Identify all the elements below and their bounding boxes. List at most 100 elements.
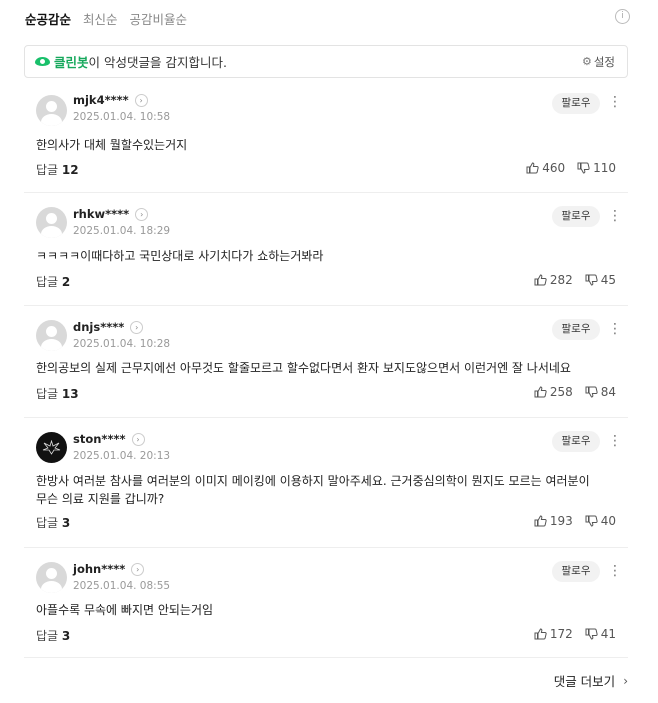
thumbs-down-icon: [585, 515, 598, 527]
comment-text: 한의공보의 실제 근무지에선 아무것도 할줄모르고 할수없다면서 환자 보지도않…: [36, 361, 571, 375]
replies-label: 답글: [36, 387, 59, 401]
comment-author[interactable]: rhkw**** ›: [73, 207, 149, 221]
tab-sort-likes[interactable]: 순공감순: [25, 9, 71, 28]
thumbs-down-icon: [577, 162, 590, 174]
replies-button[interactable]: 답글 13: [36, 385, 79, 402]
avatar[interactable]: [36, 207, 67, 238]
sort-tabs: 순공감순 최신순 공감비율순: [25, 8, 199, 28]
replies-count: 2: [61, 275, 71, 289]
username[interactable]: dnjs****: [73, 320, 124, 334]
avatar[interactable]: [36, 562, 67, 593]
comment-author[interactable]: ston**** ›: [73, 432, 145, 446]
like-count: 172: [549, 627, 573, 641]
dislike-button[interactable]: 110: [577, 161, 616, 175]
chevron-right-icon: ›: [623, 673, 628, 688]
thumbs-up-icon: [526, 162, 539, 174]
thumbs-down-icon: [585, 628, 598, 640]
thumbs-up-icon: [534, 515, 547, 527]
more-options-icon[interactable]: ⋮: [608, 207, 622, 225]
follow-button[interactable]: 팔로우: [552, 561, 600, 582]
like-button[interactable]: 282: [534, 273, 573, 287]
vote-group: 172 41: [522, 627, 616, 641]
like-button[interactable]: 460: [526, 161, 565, 175]
follow-button[interactable]: 팔로우: [552, 206, 600, 227]
chevron-right-icon[interactable]: ›: [131, 432, 145, 446]
avatar[interactable]: [36, 432, 67, 463]
thumbs-up-icon: [534, 386, 547, 398]
chevron-right-icon[interactable]: ›: [135, 207, 149, 221]
replies-label: 답글: [36, 629, 59, 643]
replies-count: 3: [61, 629, 71, 643]
settings-label: 설정: [593, 54, 615, 69]
username[interactable]: mjk4****: [73, 93, 129, 107]
replies-label: 답글: [36, 275, 59, 289]
dislike-count: 110: [593, 161, 616, 175]
more-comments-button[interactable]: 댓글 더보기 ›: [554, 671, 628, 690]
follow-button[interactable]: 팔로우: [552, 319, 600, 340]
thumbs-down-icon: [585, 386, 598, 398]
comment-author[interactable]: mjk4**** ›: [73, 93, 148, 107]
username[interactable]: rhkw****: [73, 207, 129, 221]
username[interactable]: john****: [73, 562, 125, 576]
comment-text: 한의사가 대체 뭘할수있는거지: [36, 138, 188, 152]
dislike-button[interactable]: 40: [585, 514, 616, 528]
thumbs-up-icon: [534, 628, 547, 640]
replies-button[interactable]: 답글 12: [36, 161, 79, 178]
dislike-button[interactable]: 45: [585, 273, 616, 287]
replies-count: 3: [61, 516, 71, 530]
more-options-icon[interactable]: ⋮: [608, 562, 622, 580]
avatar[interactable]: [36, 95, 67, 126]
vote-group: 258 84: [522, 385, 616, 399]
like-button[interactable]: 172: [534, 627, 573, 641]
dislike-count: 40: [600, 514, 616, 528]
tab-sort-latest[interactable]: 최신순: [83, 9, 118, 28]
cleanbot-brand: 클린봇: [54, 55, 89, 70]
comment-date: 2025.01.04. 10:28: [73, 338, 171, 350]
vote-group: 282 45: [522, 273, 616, 287]
replies-count: 13: [61, 387, 79, 401]
comment-item: dnjs**** › 2025.01.04. 10:28 팔로우 ⋮ 한의공보의…: [24, 306, 628, 418]
tab-sort-ratio[interactable]: 공감비율순: [130, 9, 188, 28]
username[interactable]: ston****: [73, 432, 126, 446]
chevron-right-icon[interactable]: ›: [131, 562, 145, 576]
chevron-right-icon[interactable]: ›: [134, 93, 148, 107]
comment-author[interactable]: john**** ›: [73, 562, 145, 576]
replies-button[interactable]: 답글 3: [36, 627, 70, 644]
follow-button[interactable]: 팔로우: [552, 93, 600, 114]
replies-count: 12: [61, 163, 79, 177]
like-button[interactable]: 258: [534, 385, 573, 399]
like-button[interactable]: 193: [534, 514, 573, 528]
comment-date: 2025.01.04. 08:55: [73, 580, 171, 592]
cleanbot-settings-button[interactable]: ⚙ 설정: [582, 54, 615, 70]
replies-button[interactable]: 답글 3: [36, 514, 70, 531]
comment-item: mjk4**** › 2025.01.04. 10:58 팔로우 ⋮ 한의사가 …: [24, 84, 628, 193]
comment-author[interactable]: dnjs**** ›: [73, 320, 144, 334]
avatar[interactable]: [36, 320, 67, 351]
comment-item: ston**** › 2025.01.04. 20:13 팔로우 ⋮ 한방사 여…: [24, 418, 628, 548]
follow-button[interactable]: 팔로우: [552, 431, 600, 452]
chevron-right-icon[interactable]: ›: [130, 320, 144, 334]
comment-text: ㅋㅋㅋㅋ이때다하고 국민상대로 사기치다가 쇼하는거봐라: [36, 249, 324, 263]
like-count: 282: [549, 273, 573, 287]
more-options-icon[interactable]: ⋮: [608, 320, 622, 338]
replies-button[interactable]: 답글 2: [36, 273, 70, 290]
comment-date: 2025.01.04. 18:29: [73, 225, 171, 237]
comment-text: 한방사 여러분 참사를 여러분의 이미지 메이킹에 이용하지 말아주세요. 근거…: [36, 474, 590, 506]
comment-text: 아플수록 무속에 빠지면 안되는거임: [36, 603, 214, 617]
more-comments-label: 댓글 더보기: [553, 674, 616, 689]
gear-icon: ⚙: [581, 55, 592, 68]
dislike-count: 41: [600, 627, 616, 641]
like-count: 193: [549, 514, 573, 528]
thumbs-down-icon: [585, 274, 598, 286]
comment-date: 2025.01.04. 20:13: [73, 450, 171, 462]
more-options-icon[interactable]: ⋮: [608, 93, 622, 111]
dislike-count: 45: [600, 273, 616, 287]
vote-group: 460 110: [514, 161, 616, 175]
dislike-button[interactable]: 41: [585, 627, 616, 641]
replies-label: 답글: [36, 516, 59, 530]
thumbs-up-icon: [534, 274, 547, 286]
info-icon[interactable]: i: [615, 9, 630, 24]
dislike-button[interactable]: 84: [585, 385, 616, 399]
more-options-icon[interactable]: ⋮: [608, 432, 622, 450]
vote-group: 193 40: [522, 514, 616, 528]
